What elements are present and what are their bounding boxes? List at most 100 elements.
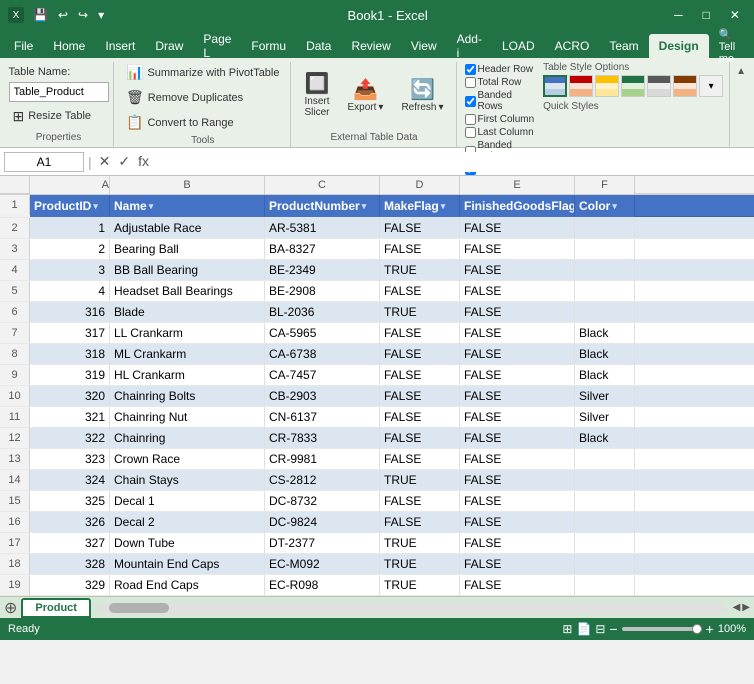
cell-color[interactable] <box>575 512 635 532</box>
cell-productnumber[interactable]: CS-2812 <box>265 470 380 490</box>
cell-productid[interactable]: 316 <box>30 302 110 322</box>
cell-makeflag[interactable]: FALSE <box>380 449 460 469</box>
col-header-d[interactable]: D <box>380 176 460 194</box>
cell-makeflag[interactable]: FALSE <box>380 344 460 364</box>
tab-team[interactable]: Team <box>599 34 648 58</box>
header-makeflag[interactable]: MakeFlag ▾ <box>380 195 460 217</box>
view-page-break-btn[interactable]: ⊟ <box>595 622 605 636</box>
cell-productnumber[interactable]: CR-7833 <box>265 428 380 448</box>
cell-makeflag[interactable]: FALSE <box>380 491 460 511</box>
style-swatch-5[interactable] <box>647 75 671 97</box>
cell-finishedgoodsflag[interactable]: FALSE <box>460 449 575 469</box>
col-header-c[interactable]: C <box>265 176 380 194</box>
cell-productnumber[interactable]: DT-2377 <box>265 533 380 553</box>
cell-color[interactable]: Black <box>575 428 635 448</box>
cell-productnumber[interactable]: CA-7457 <box>265 365 380 385</box>
cell-name[interactable]: Blade <box>110 302 265 322</box>
cell-makeflag[interactable]: FALSE <box>380 428 460 448</box>
header-color[interactable]: Color ▾ <box>575 195 635 217</box>
customize-qat-btn[interactable]: ▾ <box>95 6 107 24</box>
tab-draw[interactable]: Draw <box>145 34 193 58</box>
cell-makeflag[interactable]: TRUE <box>380 260 460 280</box>
cell-color[interactable] <box>575 491 635 511</box>
cell-productid[interactable]: 320 <box>30 386 110 406</box>
view-normal-btn[interactable]: ⊞ <box>562 622 572 636</box>
close-btn[interactable]: ✕ <box>724 6 746 24</box>
cell-name[interactable]: HL Crankarm <box>110 365 265 385</box>
cell-productid[interactable]: 4 <box>30 281 110 301</box>
confirm-formula-btn[interactable]: ✓ <box>115 153 133 170</box>
cell-productid[interactable]: 329 <box>30 575 110 595</box>
col-header-b[interactable]: B <box>110 176 265 194</box>
cell-color[interactable] <box>575 575 635 595</box>
cell-finishedgoodsflag[interactable]: FALSE <box>460 302 575 322</box>
cell-color[interactable] <box>575 218 635 238</box>
sheet-tab-product[interactable]: Product <box>21 598 91 618</box>
cell-finishedgoodsflag[interactable]: FALSE <box>460 281 575 301</box>
cell-makeflag[interactable]: TRUE <box>380 575 460 595</box>
save-qat-btn[interactable]: 💾 <box>30 6 51 24</box>
cell-name[interactable]: Chainring Bolts <box>110 386 265 406</box>
cell-name[interactable]: Chain Stays <box>110 470 265 490</box>
scroll-right-btn[interactable]: ▶ <box>742 602 750 613</box>
header-finishedgoodsflag[interactable]: FinishedGoodsFlag ▾ <box>460 195 575 217</box>
cell-makeflag[interactable]: FALSE <box>380 323 460 343</box>
cell-makeflag[interactable]: TRUE <box>380 533 460 553</box>
cell-color[interactable] <box>575 281 635 301</box>
cell-makeflag[interactable]: TRUE <box>380 554 460 574</box>
cell-productid[interactable]: 328 <box>30 554 110 574</box>
minimize-btn[interactable]: ─ <box>668 6 689 24</box>
cell-makeflag[interactable]: FALSE <box>380 218 460 238</box>
cell-name[interactable]: Adjustable Race <box>110 218 265 238</box>
cell-color[interactable] <box>575 533 635 553</box>
view-layout-btn[interactable]: 📄 <box>576 622 591 636</box>
header-productid[interactable]: ProductID ▾ <box>30 195 110 217</box>
insert-function-btn[interactable]: fx <box>135 153 152 170</box>
cell-name[interactable]: LL Crankarm <box>110 323 265 343</box>
style-swatch-arrow[interactable]: ▾ <box>699 75 723 97</box>
header-row-check[interactable]: Header Row <box>465 64 536 75</box>
tab-load[interactable]: LOAD <box>492 34 545 58</box>
tab-home[interactable]: Home <box>43 34 95 58</box>
cell-makeflag[interactable]: FALSE <box>380 239 460 259</box>
cell-finishedgoodsflag[interactable]: FALSE <box>460 470 575 490</box>
cell-productnumber[interactable]: EC-R098 <box>265 575 380 595</box>
cell-color[interactable] <box>575 239 635 259</box>
cell-reference-box[interactable] <box>4 152 84 172</box>
cell-productnumber[interactable]: BE-2908 <box>265 281 380 301</box>
cell-productnumber[interactable]: CA-5965 <box>265 323 380 343</box>
cell-name[interactable]: ML Crankarm <box>110 344 265 364</box>
first-col-check[interactable]: First Column <box>465 114 536 125</box>
cell-finishedgoodsflag[interactable]: FALSE <box>460 575 575 595</box>
tell-me[interactable]: 🔍 Tell me <box>709 34 746 58</box>
cell-name[interactable]: Chainring <box>110 428 265 448</box>
header-productnumber[interactable]: ProductNumber ▾ <box>265 195 380 217</box>
formula-input[interactable] <box>156 152 750 172</box>
cell-name[interactable]: Headset Ball Bearings <box>110 281 265 301</box>
tab-addins[interactable]: Add-i <box>447 34 492 58</box>
zoom-slider[interactable] <box>622 627 702 631</box>
maximize-btn[interactable]: □ <box>697 6 716 24</box>
zoom-plus-btn[interactable]: + <box>706 621 714 637</box>
cell-productid[interactable]: 3 <box>30 260 110 280</box>
cell-finishedgoodsflag[interactable]: FALSE <box>460 260 575 280</box>
tab-view[interactable]: View <box>401 34 447 58</box>
cell-finishedgoodsflag[interactable]: FALSE <box>460 428 575 448</box>
scroll-left-btn[interactable]: ◀ <box>733 602 741 613</box>
cell-color[interactable] <box>575 302 635 322</box>
cell-name[interactable]: Decal 1 <box>110 491 265 511</box>
cell-finishedgoodsflag[interactable]: FALSE <box>460 407 575 427</box>
cell-productid[interactable]: 321 <box>30 407 110 427</box>
cell-productid[interactable]: 323 <box>30 449 110 469</box>
cell-color[interactable]: Black <box>575 365 635 385</box>
cell-color[interactable] <box>575 470 635 490</box>
cell-makeflag[interactable]: TRUE <box>380 470 460 490</box>
style-swatch-4[interactable] <box>621 75 645 97</box>
ribbon-collapse-btn[interactable]: ▲ <box>732 64 750 79</box>
convert-to-range-btn[interactable]: 📋 Convert to Range <box>122 112 238 133</box>
cell-finishedgoodsflag[interactable]: FALSE <box>460 218 575 238</box>
summarize-pivottable-btn[interactable]: 📊 Summarize with PivotTable <box>122 62 284 83</box>
cell-name[interactable]: BB Ball Bearing <box>110 260 265 280</box>
cell-makeflag[interactable]: FALSE <box>380 281 460 301</box>
cell-finishedgoodsflag[interactable]: FALSE <box>460 386 575 406</box>
